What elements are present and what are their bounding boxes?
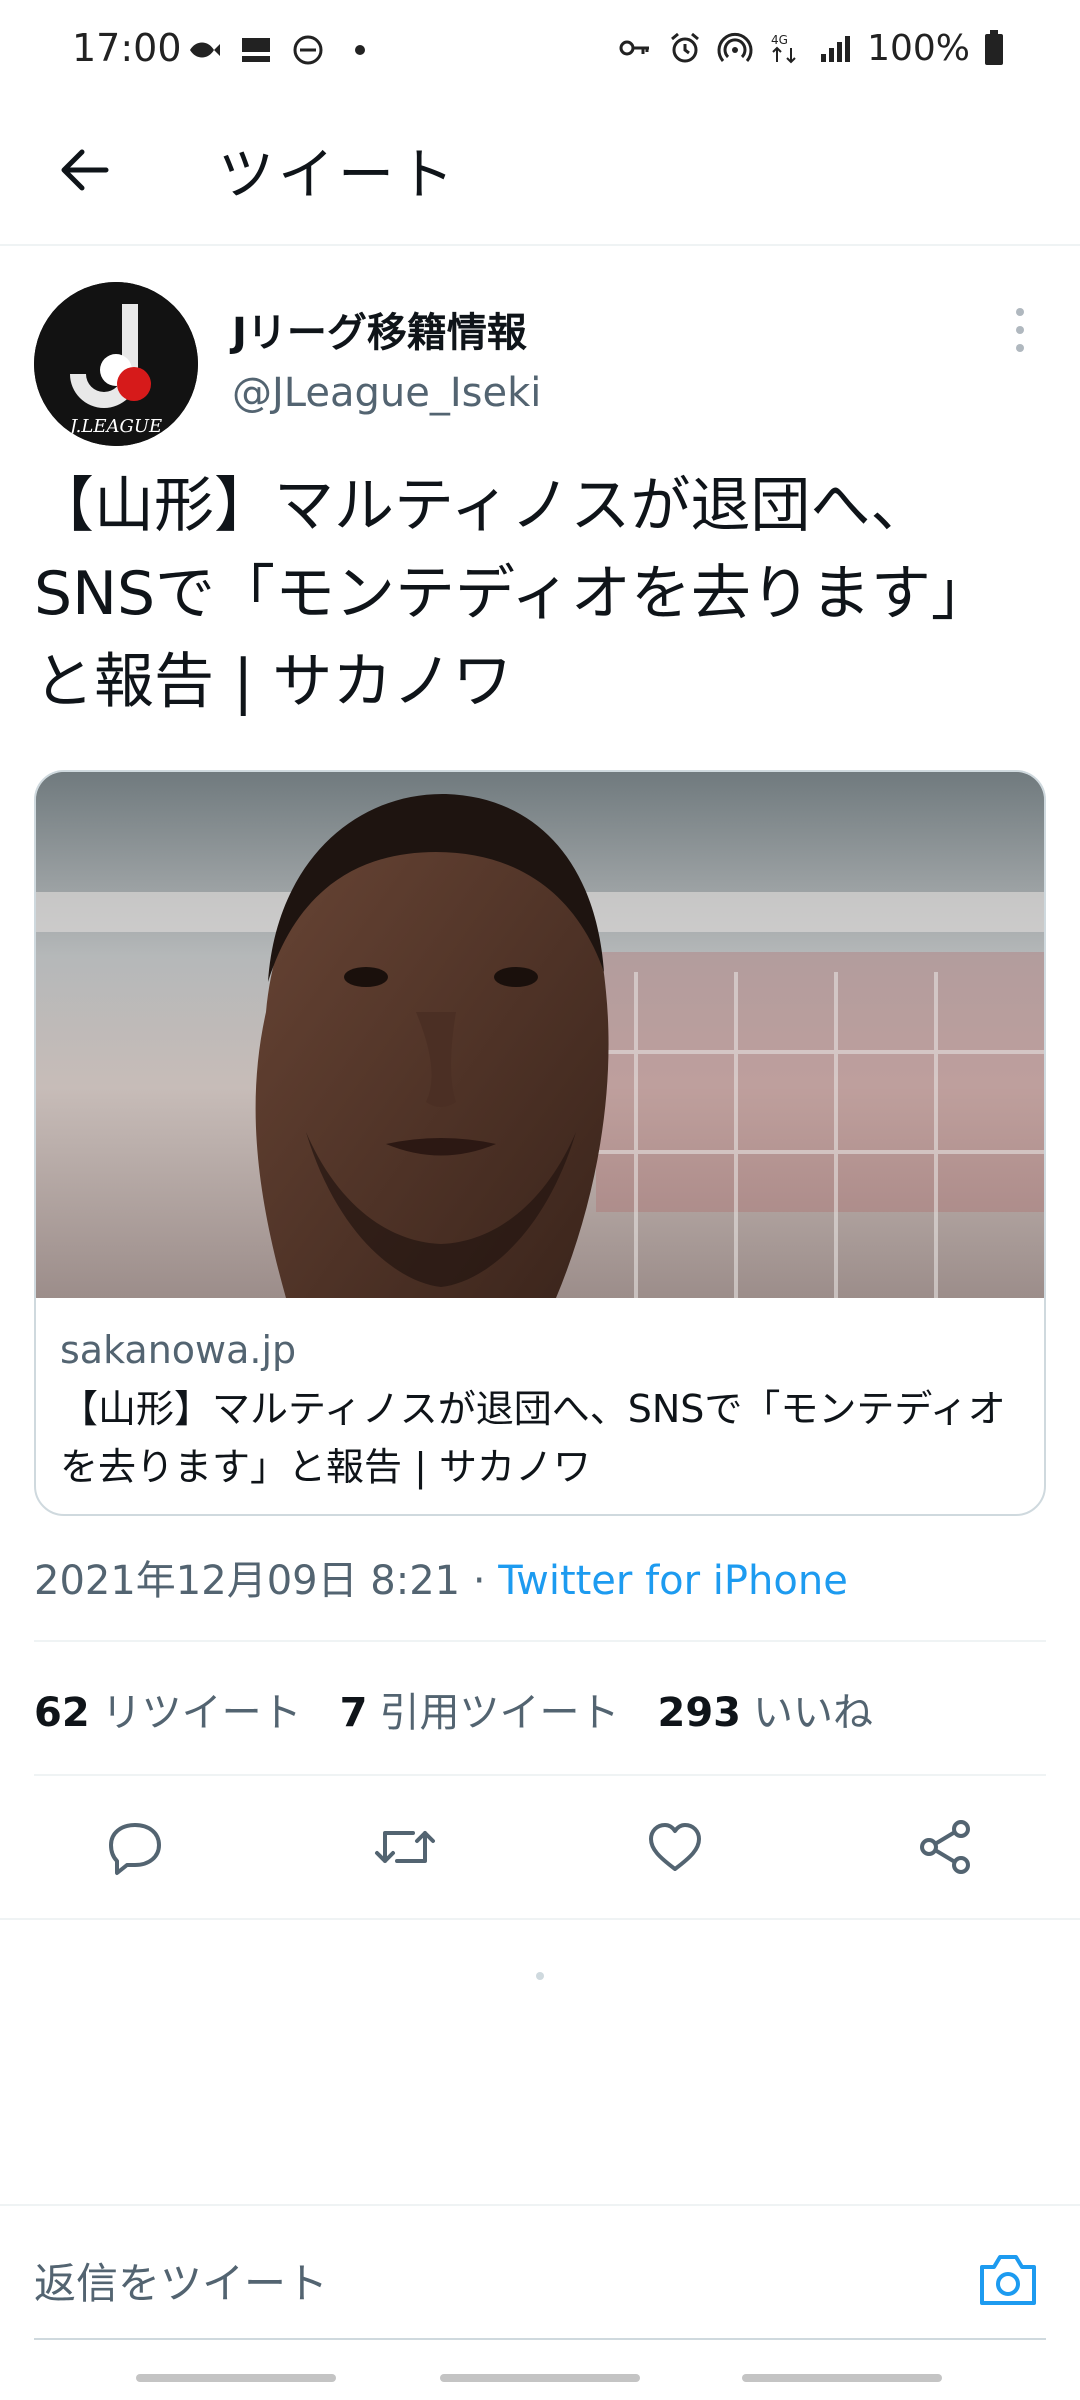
more-dot-icon (1016, 308, 1024, 316)
quote-label: 引用ツイート (379, 1690, 620, 1736)
jleague-logo-icon: J.LEAGUE (34, 282, 198, 446)
card-domain: sakanowa.jp (60, 1328, 297, 1372)
signal-icon (821, 36, 851, 62)
dnd-icon (293, 35, 323, 65)
network-4g-icon: 4G (771, 33, 796, 64)
alarm-icon (671, 32, 700, 63)
like-label: いいね (753, 1690, 874, 1736)
tweet-meta: 2021年12月09日 8:21 · Twitter for iPhone (34, 1548, 848, 1606)
divider (34, 1640, 1046, 1642)
retweet-count: 62 (34, 1690, 90, 1736)
svg-text:4G: 4G (771, 33, 788, 47)
card-title: 【山形】マルティノスが退団へ、SNSで「モンテディオを去ります」と報告 | サカ… (60, 1387, 1006, 1489)
nav-back-pill[interactable] (742, 2374, 942, 2382)
nav-home-pill[interactable] (440, 2374, 640, 2382)
tweet-source[interactable]: Twitter for iPhone (498, 1558, 848, 1604)
divider (34, 1774, 1046, 1776)
link-card[interactable]: sakanowa.jp 【山形】マルティノスが退団へ、SNSで「モンテディオを去… (34, 770, 1046, 1516)
reply-button[interactable] (80, 1792, 190, 1902)
reply-icon (109, 1823, 161, 1875)
status-time: 17:00 (72, 26, 182, 70)
camera-button[interactable] (972, 2244, 1044, 2316)
like-count: 293 (657, 1690, 742, 1736)
retweet-button[interactable] (350, 1792, 460, 1902)
share-icon (920, 1820, 970, 1874)
more-dot-icon (1016, 344, 1024, 352)
key-icon (619, 40, 650, 56)
reply-input[interactable]: 返信をツイート (34, 2250, 328, 2311)
author-name[interactable]: Jリーグ移籍情報 (232, 300, 527, 358)
avatar-label: J.LEAGUE (66, 416, 162, 437)
hotspot-icon (717, 32, 753, 62)
author-handle[interactable]: @JLeague_Iseki (232, 370, 541, 416)
retweet-label: リツイート (101, 1690, 302, 1736)
battery-icon (985, 30, 1003, 65)
nav-recent-pill[interactable] (136, 2374, 336, 2382)
battery-percent: 100% (867, 27, 970, 69)
meta-separator: · (460, 1558, 499, 1604)
share-button[interactable] (890, 1792, 1000, 1902)
arrow-left-icon (61, 149, 109, 191)
more-options-button[interactable] (1000, 300, 1040, 360)
retweet-icon (375, 1831, 435, 1863)
avatar[interactable]: J.LEAGUE (34, 282, 198, 446)
app-header: ツイート (0, 100, 1080, 246)
card-image (36, 772, 1044, 1298)
player-photo (36, 772, 1044, 1298)
tweet-text: 【山形】マルティノスが退団へ、SNSで「モンテディオを去ります」と報告 | サカ… (34, 471, 991, 717)
dot-icon (355, 45, 365, 55)
fish-icon (190, 42, 220, 58)
quote-stat[interactable]: 7 引用ツイート (340, 1680, 620, 1738)
kura-icon (242, 38, 270, 62)
back-button[interactable] (48, 134, 120, 206)
like-stat[interactable]: 293 いいね (658, 1680, 874, 1738)
quote-count: 7 (339, 1690, 368, 1736)
status-right-icons: 4G 100% (617, 24, 1004, 72)
reply-underline (34, 2338, 1046, 2340)
status-left-icons (186, 30, 378, 70)
reply-bar-divider (0, 2204, 1080, 2206)
retweet-stat[interactable]: 62 リツイート (34, 1680, 302, 1738)
status-bar: 17:00 4G 100% (0, 0, 1080, 100)
more-dot-icon (1016, 326, 1024, 334)
camera-icon (980, 2255, 1036, 2305)
page-title: ツイート (218, 143, 458, 208)
tweet-timestamp[interactable]: 2021年12月09日 8:21 (34, 1558, 460, 1604)
tweet-actions (0, 1792, 1080, 1902)
like-button[interactable] (620, 1792, 730, 1902)
tweet-stats: 62 リツイート 7 引用ツイート 293 いいね (34, 1680, 873, 1738)
section-divider (0, 1918, 1080, 1920)
loading-dot (536, 1972, 544, 1980)
like-icon (649, 1823, 701, 1871)
